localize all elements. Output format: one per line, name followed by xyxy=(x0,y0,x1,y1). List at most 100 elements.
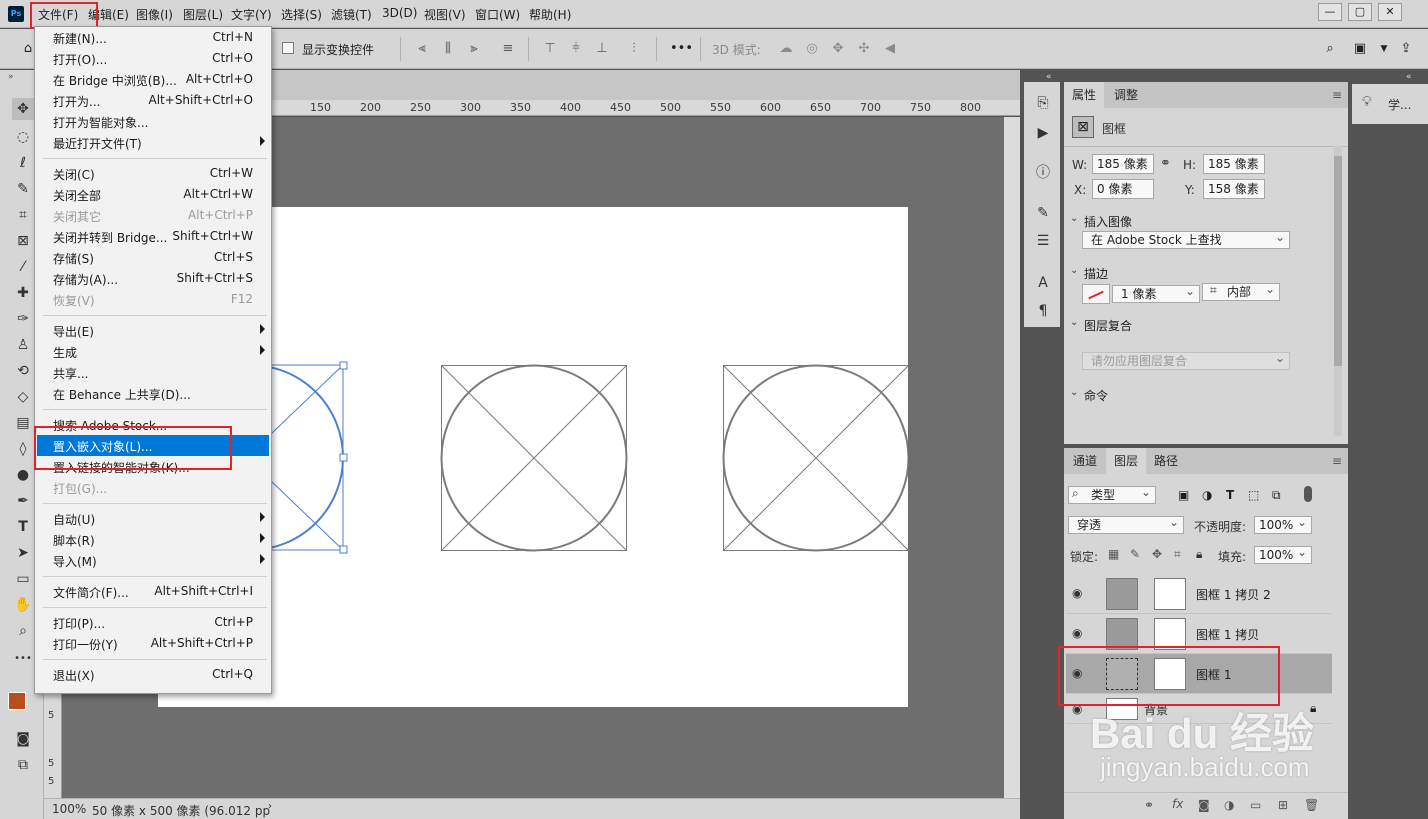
tab-properties[interactable]: 属性 xyxy=(1064,82,1104,108)
menu-item[interactable]: 打开为... Alt+Shift+Ctrl+O xyxy=(37,90,269,111)
search-icon[interactable]: ⌕ xyxy=(1322,41,1338,57)
blend-mode-select[interactable]: 穿透 xyxy=(1068,514,1184,534)
panel-menu-icon[interactable]: ≡ xyxy=(1332,88,1342,102)
chevron-down-icon[interactable]: ⌄ xyxy=(1070,387,1078,398)
workspace-dropdown-icon[interactable]: ▼ xyxy=(1376,41,1392,57)
opacity-field[interactable]: 100% xyxy=(1254,514,1312,534)
collapse-icon[interactable]: « xyxy=(1406,72,1412,82)
filter-toggle[interactable] xyxy=(1304,486,1312,502)
tab-paths[interactable]: 路径 xyxy=(1146,448,1186,474)
menu-item[interactable]: 存储为(A)... Shift+Ctrl+S xyxy=(37,268,269,289)
vertical-scrollbar[interactable] xyxy=(1004,117,1020,798)
y-field[interactable]: 158 像素 xyxy=(1203,179,1265,199)
menu-item[interactable]: 新建(N)... Ctrl+N xyxy=(37,27,269,48)
workspace-icon[interactable]: ▣ xyxy=(1352,41,1368,57)
stamp-tool-icon[interactable]: ♙ xyxy=(12,334,34,356)
menu-item[interactable]: 打开(O)... Ctrl+O xyxy=(37,48,269,69)
lock-transparency-icon[interactable]: ▦ xyxy=(1108,547,1119,561)
tab-channels[interactable]: 通道 xyxy=(1064,448,1106,474)
menu-image[interactable]: 图像(I) xyxy=(136,6,173,23)
foreground-color-swatch[interactable] xyxy=(8,692,26,710)
scrollbar-thumb[interactable] xyxy=(1334,156,1342,366)
fill-field[interactable]: 100% xyxy=(1254,544,1312,564)
history-brush-icon[interactable]: ⟲ xyxy=(12,360,34,382)
menu-item[interactable]: 关闭全部 Alt+Ctrl+W xyxy=(37,184,269,205)
insert-image-select[interactable]: 在 Adobe Stock 上查找 xyxy=(1082,229,1290,249)
tab-adjustments[interactable]: 调整 xyxy=(1104,82,1148,108)
distribute-icon[interactable]: ≡ xyxy=(500,41,516,57)
menu-type[interactable]: 文字(Y) xyxy=(231,6,272,23)
properties-scrollbar[interactable] xyxy=(1334,146,1342,436)
hand-tool-icon[interactable]: ✋ xyxy=(12,594,34,616)
chevron-down-icon[interactable]: ⌄ xyxy=(1070,265,1078,276)
menu-item[interactable]: 文件简介(F)... Alt+Shift+Ctrl+I xyxy=(37,581,269,602)
panel-menu-icon[interactable]: ≡ xyxy=(1332,454,1342,468)
move-tool-icon[interactable]: ✥ xyxy=(12,98,34,120)
marquee-tool-icon[interactable]: ◌ xyxy=(12,126,34,148)
show-transform-checkbox[interactable] xyxy=(282,42,294,54)
menu-item[interactable]: 导入(M) xyxy=(37,550,269,571)
share-icon[interactable]: ⇪ xyxy=(1398,41,1414,57)
menu-item[interactable]: 关闭并转到 Bridge... Shift+Ctrl+W xyxy=(37,226,269,247)
info-panel-icon[interactable]: ⓘ xyxy=(1032,162,1054,184)
blur-tool-icon[interactable]: ◊ xyxy=(12,438,34,460)
collapse-icon[interactable]: « xyxy=(1046,72,1052,82)
smart-filter-icon[interactable]: ⧉ xyxy=(1272,488,1281,503)
paragraph-panel-icon[interactable]: ¶ xyxy=(1032,300,1054,322)
screen-mode-icon[interactable]: ⧉ xyxy=(12,754,34,776)
width-field[interactable]: 185 像素 xyxy=(1092,154,1154,174)
minimize-button[interactable]: — xyxy=(1318,3,1342,21)
menu-item[interactable]: 共享... xyxy=(37,362,269,383)
tab-layers[interactable]: 图层 xyxy=(1106,448,1146,474)
adjustment-filter-icon[interactable]: ◑ xyxy=(1202,488,1212,502)
lock-all-icon[interactable]: 🔒︎ xyxy=(1196,547,1202,562)
more-tools-icon[interactable]: ••• xyxy=(12,648,34,670)
align-top-icon[interactable]: ⊤ xyxy=(542,41,558,57)
brush-settings-icon[interactable]: ✎ xyxy=(1032,202,1054,224)
layer-filter-select[interactable]: 类型 xyxy=(1068,484,1156,504)
chevron-down-icon[interactable]: ⌄ xyxy=(1070,213,1078,224)
menu-item[interactable]: 打印一份(Y) Alt+Shift+Ctrl+P xyxy=(37,633,269,654)
menu-item[interactable]: 生成 xyxy=(37,341,269,362)
align-vcenter-icon[interactable]: ⫩ xyxy=(568,41,584,57)
menu-window[interactable]: 窗口(W) xyxy=(475,6,520,23)
learn-panel[interactable]: 💡︎ 学... xyxy=(1352,84,1428,124)
menu-item[interactable]: 导出(E) xyxy=(37,320,269,341)
close-button[interactable]: ✕ xyxy=(1378,3,1402,21)
stroke-color-swatch[interactable] xyxy=(1082,284,1110,304)
dodge-tool-icon[interactable]: ● xyxy=(12,464,34,486)
group-icon[interactable]: ▭ xyxy=(1250,798,1261,812)
stroke-size-select[interactable]: 1 像素 xyxy=(1112,283,1200,303)
quick-select-tool-icon[interactable]: ✎ xyxy=(12,178,34,200)
eyedropper-tool-icon[interactable]: ⁄ xyxy=(12,256,34,278)
character-panel-icon[interactable]: A xyxy=(1032,272,1054,294)
menu-3d[interactable]: 3D(D) xyxy=(382,6,417,20)
collapse-icon[interactable]: » xyxy=(8,72,14,82)
gradient-tool-icon[interactable]: ▤ xyxy=(12,412,34,434)
healing-tool-icon[interactable]: ✚ xyxy=(12,282,34,304)
new-layer-icon[interactable]: ⊞ xyxy=(1278,798,1288,812)
lock-artboard-icon[interactable]: ⌗ xyxy=(1174,547,1181,562)
frame-copy-1[interactable] xyxy=(440,364,628,552)
distribute-v-icon[interactable]: ⫶ xyxy=(626,41,642,57)
chevron-down-icon[interactable]: ⌄ xyxy=(1070,317,1078,328)
menu-view[interactable]: 视图(V) xyxy=(424,6,466,23)
layer-name[interactable]: 图框 1 拷贝 2 xyxy=(1196,586,1271,603)
quick-mask-icon[interactable]: ◙ xyxy=(12,728,34,750)
image-filter-icon[interactable]: ▣ xyxy=(1178,488,1189,502)
lock-pixels-icon[interactable]: ✎ xyxy=(1130,547,1140,561)
info-arrow-icon[interactable]: › xyxy=(268,801,272,812)
pen-tool-icon[interactable]: ✒ xyxy=(12,490,34,512)
menu-item[interactable]: 关闭(C) Ctrl+W xyxy=(37,163,269,184)
layer-comp-title[interactable]: 图层复合 xyxy=(1084,317,1132,334)
visibility-eye-icon[interactable]: ◉ xyxy=(1072,626,1082,640)
menu-item[interactable]: 最近打开文件(T) xyxy=(37,132,269,153)
type-tool-icon[interactable]: T xyxy=(12,516,34,538)
stroke-title[interactable]: 描边 xyxy=(1084,265,1108,282)
more-options-icon[interactable]: ••• xyxy=(670,41,693,57)
visibility-eye-icon[interactable]: ◉ xyxy=(1072,586,1082,600)
maximize-button[interactable]: ▢ xyxy=(1348,3,1372,21)
menu-item[interactable]: 在 Bridge 中浏览(B)... Alt+Ctrl+O xyxy=(37,69,269,90)
adjust-sliders-icon[interactable]: ☰ xyxy=(1032,230,1054,252)
lock-position-icon[interactable]: ✥ xyxy=(1152,547,1162,561)
